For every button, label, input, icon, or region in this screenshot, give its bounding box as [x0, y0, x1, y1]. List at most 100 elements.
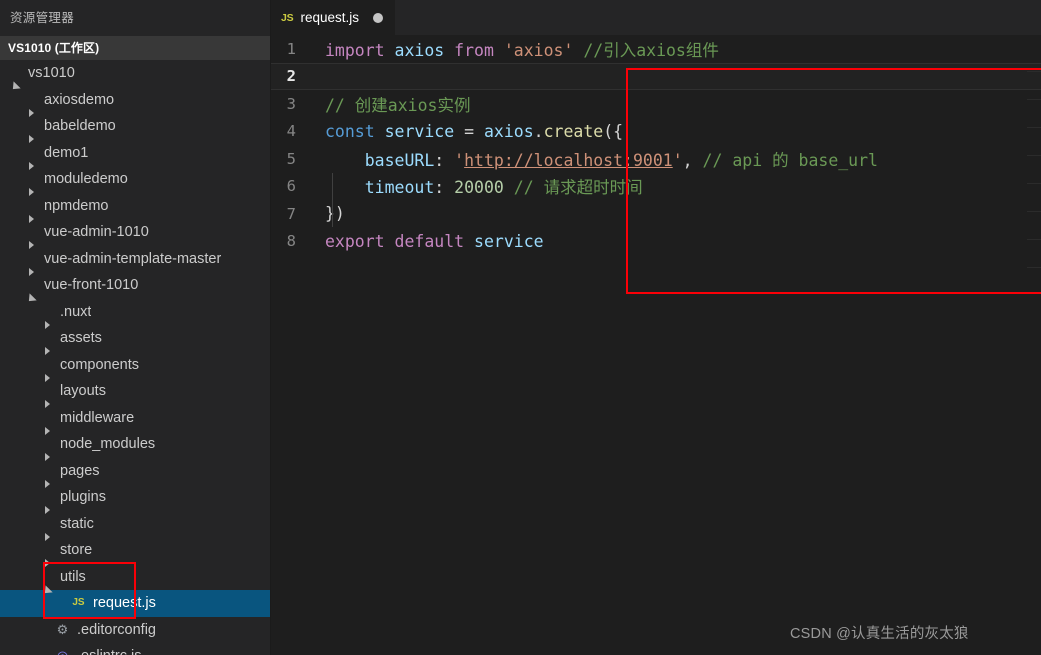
tree-item-request-js[interactable]: JS request.js [0, 590, 270, 617]
code-token: ' [454, 150, 465, 170]
code-token: default [394, 231, 465, 251]
code-token: 20000 [454, 178, 504, 198]
code-line-3[interactable]: 3 // 创建axios实例 [271, 90, 1041, 118]
tree-item-nuxt[interactable]: .nuxt [0, 299, 270, 329]
eslint-icon: ◎ [54, 643, 71, 655]
tree-item-label: axiosdemo [44, 91, 115, 108]
code-token[interactable]: http://localhost:9001 [464, 151, 673, 170]
code-token: . [533, 121, 544, 141]
tree-item-components[interactable]: components [0, 352, 270, 382]
line-number: 1 [286, 39, 296, 58]
tree-item-eslintrc-js[interactable]: ◎.eslintrc.js [0, 643, 270, 655]
tab-label: request.js [300, 10, 359, 25]
code-token: axios [394, 40, 445, 60]
tree-item-label: layouts [60, 383, 106, 399]
file-tree: vs1010 axiosdemo babeldemo demo1 moduledemo n… [0, 60, 270, 655]
code-line-8[interactable]: 8 export default service [271, 228, 1041, 256]
indent-guide [332, 173, 333, 227]
overview-ruler[interactable] [1027, 35, 1041, 655]
unsaved-dot-icon[interactable] [372, 12, 383, 23]
tree-item-moduledemo[interactable]: moduledemo [0, 166, 270, 197]
tree-item-label: vue-admin-template-master [44, 250, 222, 267]
tree-item-vue-admin-1010[interactable]: vue-admin-1010 [0, 219, 270, 250]
code-token: service [474, 231, 544, 251]
line-content: timeout: 20000 // 请求超时时间 [318, 174, 643, 198]
tree-item-editorconfig[interactable]: ⚙ .editorconfig [0, 617, 270, 644]
tree-item-utils[interactable]: utils [0, 564, 270, 591]
tree-item-label: .nuxt [60, 303, 92, 320]
tree-item-label: node_modules [60, 436, 156, 452]
code-token: const [325, 121, 375, 141]
tree-item-plugins[interactable]: plugins [0, 484, 270, 515]
code-token: // 创建axios实例 [325, 95, 471, 115]
code-line-6[interactable]: 6 timeout: 20000 // 请求超时时间 [271, 173, 1041, 201]
tree-item-layouts[interactable]: layouts [0, 378, 270, 409]
code-line-5[interactable]: 5 baseURL: 'http://localhost:9001', // a… [271, 145, 1041, 173]
code-token: baseURL [364, 150, 435, 170]
code-token: 'axios' [503, 40, 574, 60]
code-token: = [454, 121, 484, 141]
tree-item-label: components [60, 356, 139, 373]
tree-item-label: request.js [93, 595, 156, 611]
tree-item-vue-admin-template-master[interactable]: vue-admin-template-master [0, 246, 270, 276]
explorer-sidebar: 资源管理器 VS1010 (工作区) vs1010 axiosdemo babeld… [0, 0, 271, 655]
line-content: baseURL: 'http://localhost:9001', // api… [318, 147, 878, 171]
editor-tab-bar: JS request.js [271, 0, 1041, 35]
tree-item-label: static [60, 515, 94, 532]
tree-item-assets[interactable]: assets [0, 325, 270, 356]
line-content: // 创建axios实例 [318, 92, 470, 116]
tree-item-label: store [60, 542, 93, 558]
tree-item-label: vue-admin-1010 [44, 224, 149, 240]
gear-icon: ⚙ [56, 621, 69, 637]
tree-item-vue-front-1010[interactable]: vue-front-1010 [0, 272, 270, 299]
tree-item-middleware[interactable]: middleware [0, 405, 270, 435]
tree-item-pages[interactable]: pages [0, 458, 270, 488]
code-token: timeout [364, 178, 435, 198]
line-content: const service = axios.create({ [318, 122, 623, 141]
code-token: //引入axios组件 [583, 40, 719, 60]
line-number: 8 [286, 232, 296, 251]
tree-item-label: vs1010 [28, 65, 75, 81]
tree-item-demo1[interactable]: demo1 [0, 140, 270, 170]
tree-item-store[interactable]: store [0, 537, 270, 568]
code-token: service [384, 121, 455, 141]
line-number: 2 [286, 67, 296, 86]
code-token: : [434, 150, 455, 170]
tree-item-label: moduledemo [44, 171, 128, 187]
tree-item-axiosdemo[interactable]: axiosdemo [0, 87, 270, 117]
tree-item-babeldemo[interactable]: babeldemo [0, 113, 270, 144]
editor-area: JS request.js 1 import axios from 'axios'… [271, 0, 1041, 655]
code-token: from [454, 40, 494, 60]
tree-item-label: npmdemo [44, 197, 109, 214]
code-editor[interactable]: 1 import axios from 'axios' //引入axios组件 2 3… [271, 35, 1041, 655]
line-content: import axios from 'axios' //引入axios组件 [318, 37, 719, 61]
js-file-icon: JS [72, 597, 85, 608]
tree-item-static[interactable]: static [0, 511, 270, 541]
code-token: }) [325, 204, 345, 224]
js-file-icon: JS [281, 11, 294, 24]
vscode-window: 资源管理器 VS1010 (工作区) vs1010 axiosdemo babeld… [0, 0, 1041, 655]
tree-item-label: plugins [60, 489, 106, 505]
code-token: , [682, 150, 703, 170]
workspace-root-label[interactable]: VS1010 (工作区) [0, 36, 270, 60]
tab-request-js[interactable]: JS request.js [271, 0, 396, 35]
tree-item-label: .editorconfig [77, 621, 156, 638]
tree-item-vs1010[interactable]: vs1010 [0, 60, 270, 87]
code-line-1[interactable]: 1 import axios from 'axios' //引入axios组件 [271, 35, 1041, 63]
code-lines: 1 import axios from 'axios' //引入axios组件 2 3… [271, 35, 1041, 255]
code-line-4[interactable]: 4 const service = axios.create({ [271, 118, 1041, 146]
code-line-7[interactable]: 7}) [271, 200, 1041, 228]
code-token: ({ [603, 121, 624, 141]
tree-item-npmdemo[interactable]: npmdemo [0, 193, 270, 223]
line-number: 3 [286, 94, 296, 113]
code-line-2[interactable]: 2 [271, 62, 1041, 90]
code-token: axios [483, 121, 534, 141]
code-token: create [543, 121, 604, 141]
tree-item-node-modules[interactable]: node_modules [0, 431, 270, 462]
